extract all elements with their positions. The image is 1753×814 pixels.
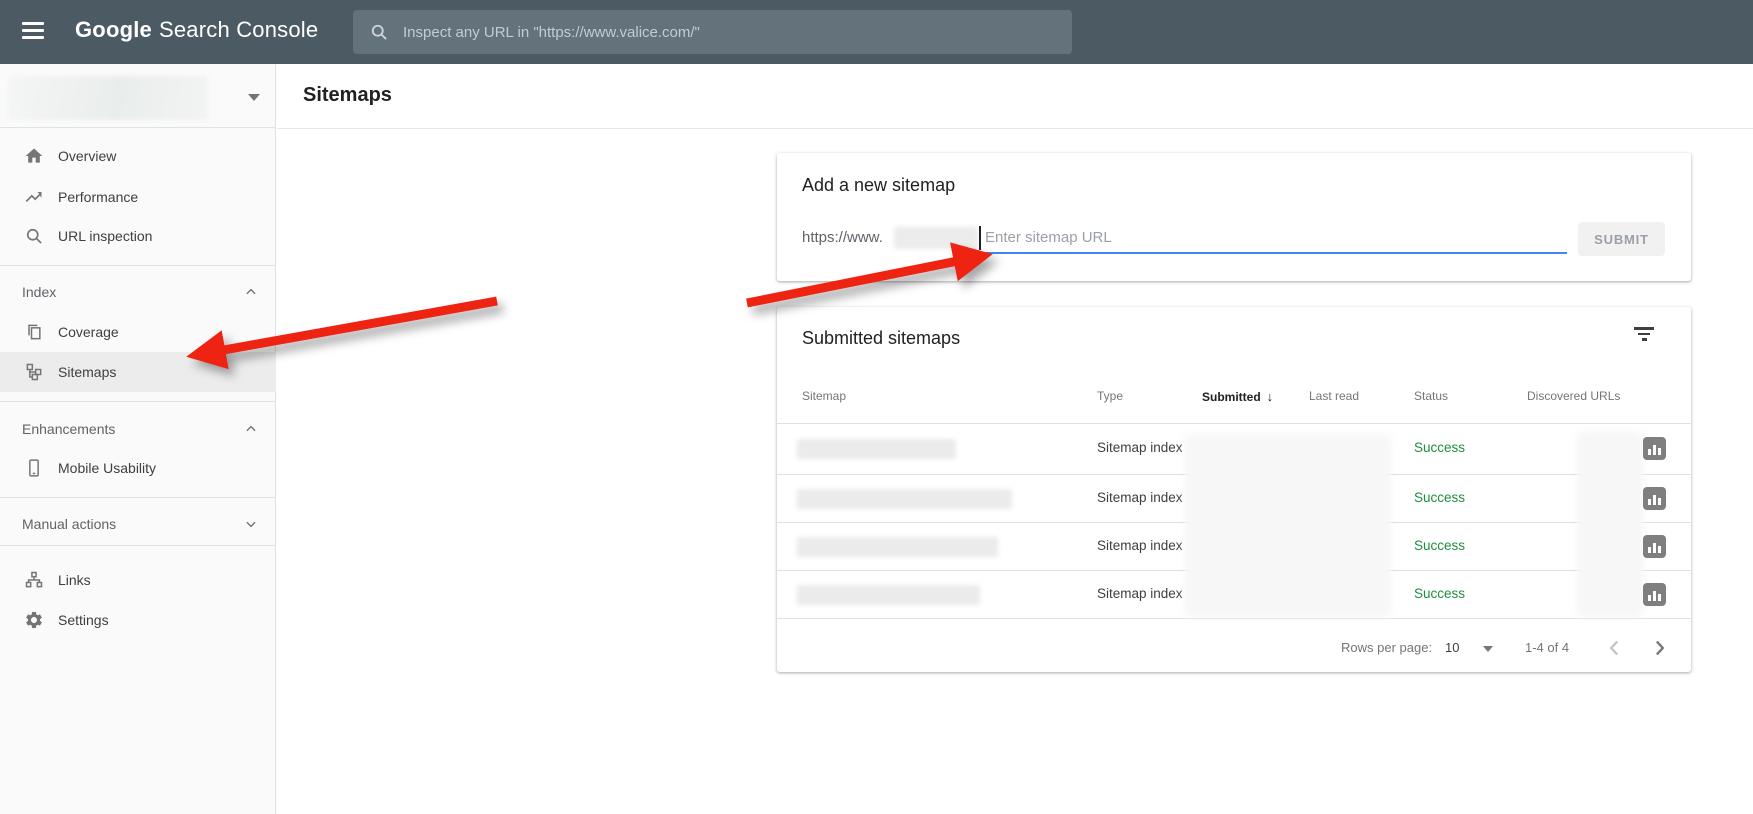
property-selector-redacted[interactable] — [8, 76, 208, 120]
domain-redacted — [894, 227, 978, 249]
dates-redacted — [1190, 440, 1386, 612]
chevron-up-icon — [246, 425, 256, 432]
sidebar-section-enhancements[interactable]: Enhancements — [0, 414, 276, 444]
sitemap-name-redacted — [797, 439, 956, 459]
counts-redacted — [1582, 437, 1638, 612]
app-logo: Google Search Console — [75, 17, 318, 43]
previous-page-icon[interactable] — [1602, 635, 1628, 661]
rows-per-page-value[interactable]: 10 — [1445, 640, 1459, 655]
add-sitemap-card: Add a new sitemap https://www. Enter sit… — [777, 153, 1691, 281]
next-page-icon[interactable] — [1646, 635, 1672, 661]
sidebar-item-overview[interactable]: Overview — [0, 136, 276, 176]
sort-desc-icon: ↓ — [1266, 389, 1274, 404]
text-cursor — [979, 226, 981, 250]
status-success: Success — [1414, 538, 1466, 553]
sitemap-type: Sitemap index — [1097, 538, 1183, 553]
submitted-sitemaps-title: Submitted sitemaps — [802, 328, 961, 348]
gear-icon — [26, 612, 42, 628]
input-underline — [980, 252, 1567, 254]
rows-per-page-label: Rows per page: — [1341, 640, 1433, 655]
status-success: Success — [1414, 586, 1466, 601]
sidebar-item-links[interactable]: Links — [0, 560, 276, 600]
table-pagination: Rows per page: 10 1-4 of 4 — [777, 625, 1691, 672]
top-app-bar: Google Search Console — [0, 0, 1753, 64]
sidebar-item-label: URL inspection — [58, 228, 153, 244]
chevron-down-icon — [246, 521, 256, 528]
sidebar-section-manual-actions[interactable]: Manual actions — [0, 509, 276, 539]
pagination-range: 1-4 of 4 — [1525, 640, 1570, 655]
sidebar-item-mobile-usability[interactable]: Mobile Usability — [0, 448, 276, 488]
org-chart-icon — [25, 571, 43, 588]
sitemap-type: Sitemap index — [1097, 490, 1183, 505]
sidebar-item-label: Links — [58, 572, 91, 588]
pages-icon — [28, 324, 41, 340]
col-header-sitemap[interactable]: Sitemap — [802, 389, 846, 403]
sitemap-name-redacted — [797, 489, 1012, 509]
see-index-coverage-icon[interactable] — [1643, 535, 1666, 558]
sitemap-url-input[interactable]: Enter sitemap URL — [985, 229, 1112, 246]
sidebar-item-label: Mobile Usability — [58, 460, 157, 476]
home-icon — [25, 148, 43, 163]
url-inspect-input[interactable] — [403, 23, 1072, 41]
search-icon — [371, 24, 387, 40]
trending-up-icon — [25, 192, 42, 202]
see-index-coverage-icon[interactable] — [1643, 437, 1666, 460]
sidebar-section-index[interactable]: Index — [0, 277, 276, 307]
sitemap-type: Sitemap index — [1097, 586, 1183, 601]
sitemap-name-redacted — [797, 585, 980, 605]
col-header-discovered[interactable]: Discovered URLs — [1527, 389, 1620, 403]
sidebar: Overview Performance URL inspection Inde… — [0, 64, 276, 814]
add-sitemap-title: Add a new sitemap — [802, 175, 956, 195]
sidebar-item-label: Overview — [58, 148, 117, 164]
see-index-coverage-icon[interactable] — [1643, 487, 1666, 510]
chevron-up-icon — [246, 288, 256, 295]
mobile-icon — [29, 459, 39, 477]
magnifier-icon — [26, 228, 42, 244]
sidebar-item-coverage[interactable]: Coverage — [0, 312, 276, 352]
sitemap-type: Sitemap index — [1097, 440, 1183, 455]
section-label: Enhancements — [22, 421, 116, 437]
sitemap-url-prefix: https://www. — [802, 229, 883, 246]
submitted-sitemaps-card: Submitted sitemaps Sitemap Type Submitte… — [777, 307, 1691, 672]
sidebar-item-label: Sitemaps — [58, 364, 117, 380]
sidebar-item-settings[interactable]: Settings — [0, 600, 276, 640]
sidebar-item-url-inspection[interactable]: URL inspection — [0, 216, 276, 256]
section-label: Index — [22, 284, 57, 300]
see-index-coverage-icon[interactable] — [1643, 583, 1666, 606]
rows-per-page-dropdown-icon[interactable] — [1483, 646, 1493, 652]
page-header: Sitemaps — [277, 64, 1753, 129]
sitemap-tree-icon — [26, 363, 42, 381]
col-header-status[interactable]: Status — [1414, 389, 1448, 403]
sidebar-item-label: Coverage — [58, 324, 119, 340]
col-header-last-read[interactable]: Last read — [1309, 389, 1359, 403]
page-title: Sitemaps — [303, 84, 392, 106]
logo-search-console: Search Console — [158, 17, 319, 42]
property-dropdown-icon[interactable] — [248, 94, 260, 101]
sidebar-item-sitemaps[interactable]: Sitemaps — [0, 352, 276, 392]
col-header-type[interactable]: Type — [1097, 389, 1123, 403]
submit-button[interactable]: SUBMIT — [1578, 222, 1665, 256]
sitemap-name-redacted — [797, 537, 998, 557]
col-header-submitted[interactable]: Submitted ↓ — [1202, 389, 1273, 404]
section-label: Manual actions — [22, 516, 117, 532]
url-inspect-searchbox[interactable] — [353, 10, 1072, 54]
menu-icon[interactable] — [22, 22, 44, 40]
logo-google: Google — [75, 17, 152, 42]
sidebar-item-label: Settings — [58, 612, 109, 628]
sidebar-item-label: Performance — [58, 189, 139, 205]
status-success: Success — [1414, 490, 1466, 505]
status-success: Success — [1414, 440, 1466, 455]
filter-icon[interactable] — [1629, 327, 1659, 353]
sidebar-item-performance[interactable]: Performance — [0, 177, 276, 217]
